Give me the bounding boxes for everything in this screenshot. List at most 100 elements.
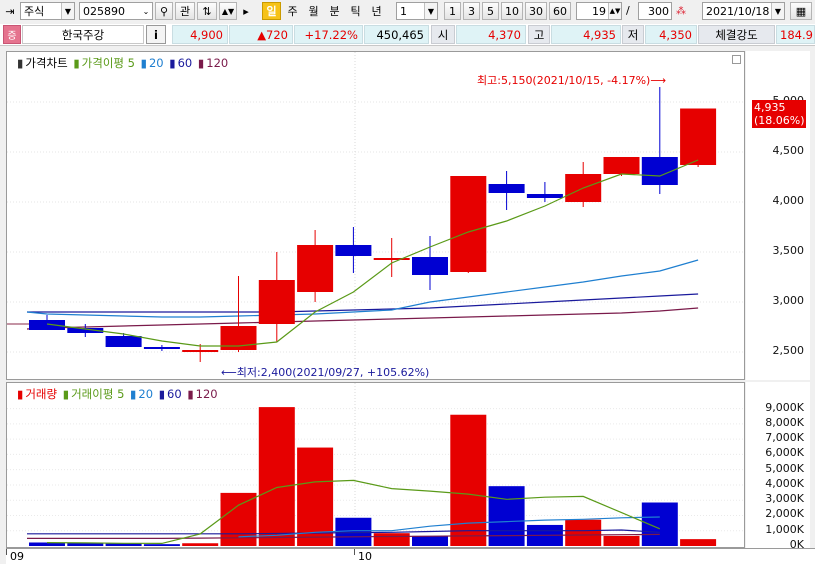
strength-value: 184.9 bbox=[776, 25, 815, 44]
total-count-input[interactable]: 300 bbox=[638, 2, 672, 20]
price-chart-pane[interactable]: ▮ 가격차트 ▮ 가격이평 5 ▮ 20 ▮ 60 ▮ 120 최고:5,150(2021… bbox=[6, 51, 745, 380]
period-week-tab[interactable]: 주 bbox=[283, 2, 302, 20]
legend-marker-icon: ▮ bbox=[17, 387, 24, 401]
price-legend: ▮ 가격차트 ▮ 가격이평 5 ▮ 20 ▮ 60 ▮ 120 bbox=[17, 55, 230, 71]
legend-volume-title: 거래량 bbox=[25, 387, 58, 401]
date-tick bbox=[354, 549, 355, 555]
date-picker[interactable]: 2021/10/18 ▼ bbox=[702, 2, 785, 20]
info-button[interactable]: i bbox=[146, 25, 166, 44]
interval-10-button[interactable]: 10 bbox=[501, 2, 523, 20]
toolbar: ⇥ 주식 ▼ 025890 ⌄ ⚲ 관 ⇅ ▲▼ ▸ 일 주 월 분 틱 년 1 ▼ … bbox=[0, 0, 815, 25]
interest-button[interactable]: 관 bbox=[175, 2, 195, 20]
legend-marker-icon: ▮ bbox=[187, 387, 194, 401]
interval-5-button[interactable]: 5 bbox=[482, 2, 499, 20]
period-day-tab[interactable]: 일 bbox=[262, 2, 281, 20]
candle-body bbox=[450, 176, 487, 272]
open-price-value: 4,370 bbox=[488, 27, 521, 42]
sync-icon: ⇅ bbox=[202, 4, 212, 18]
volume-legend: ▮ 거래량 ▮ 거래이평 5 ▮ 20 ▮ 60 ▮ 120 bbox=[17, 386, 220, 402]
strength-label-text: 체결강도 bbox=[715, 27, 758, 42]
candle-body bbox=[488, 184, 525, 193]
volume-chart-pane[interactable]: ▮ 거래량 ▮ 거래이평 5 ▮ 20 ▮ 60 ▮ 120 bbox=[6, 382, 745, 548]
volume-bar bbox=[143, 544, 180, 546]
price-change-value: ▲720 bbox=[257, 27, 288, 42]
pane-maximize-icon[interactable] bbox=[732, 55, 741, 64]
candle-body bbox=[29, 320, 65, 330]
interval-label: 3 bbox=[468, 4, 475, 18]
legend-marker-icon: ▮ bbox=[73, 56, 80, 70]
total-separator: / bbox=[626, 4, 630, 17]
total-count-value: 300 bbox=[648, 4, 669, 18]
price-chart bbox=[7, 52, 744, 379]
interval-30-button[interactable]: 30 bbox=[525, 2, 547, 20]
legend-ma5: 가격이평 5 bbox=[81, 56, 135, 70]
stock-code-input[interactable]: 025890 ⌄ bbox=[79, 2, 153, 20]
interest-label: 관 bbox=[179, 5, 191, 18]
period-count-select[interactable]: 1 ▼ bbox=[396, 2, 438, 20]
legend-ma20: 20 bbox=[148, 56, 164, 70]
settings-button[interactable]: ⁂ bbox=[674, 2, 688, 20]
legend-marker-icon: ▮ bbox=[140, 56, 147, 70]
period-tick-tab[interactable]: 틱 bbox=[346, 2, 365, 20]
period-year-label: 년 bbox=[371, 5, 382, 18]
interval-label: 30 bbox=[529, 4, 543, 18]
grid-icon: ⁂ bbox=[676, 5, 686, 17]
spin-icon: ▲▼ bbox=[608, 3, 621, 19]
current-price-value: 4,900 bbox=[190, 27, 223, 42]
period-year-tab[interactable]: 년 bbox=[367, 2, 386, 20]
volume-bar bbox=[680, 539, 717, 546]
market-badge: 증 bbox=[3, 25, 21, 44]
current-price-marker-pct: (18.06%) bbox=[754, 114, 805, 127]
high-label: 고 bbox=[528, 25, 550, 44]
expand-button[interactable]: ▸ bbox=[241, 2, 251, 20]
legend-marker-icon: ▮ bbox=[130, 387, 137, 401]
interval-label: 10 bbox=[505, 4, 519, 18]
chevron-down-icon: ⌄ bbox=[140, 3, 152, 19]
period-month-tab[interactable]: 월 bbox=[304, 2, 323, 20]
spin-icon: ▲▼ bbox=[221, 6, 235, 16]
calendar-button[interactable]: ▦ bbox=[790, 2, 812, 20]
date-value: 2021/10/18 bbox=[706, 4, 770, 18]
period-minute-tab[interactable]: 분 bbox=[325, 2, 344, 20]
candle-body bbox=[182, 350, 219, 352]
change-percent: +17.22% bbox=[294, 25, 363, 44]
volume-bar bbox=[258, 407, 295, 546]
strength-value-text: 184.9 bbox=[780, 27, 813, 42]
low-annotation: ⟵최저:2,400(2021/09/27, +105.62%) bbox=[221, 366, 430, 379]
candle-body bbox=[335, 245, 372, 256]
candle-body bbox=[680, 108, 717, 165]
legend-marker-icon: ▮ bbox=[62, 387, 70, 401]
volume-bar bbox=[450, 414, 487, 546]
interval-60-button[interactable]: 60 bbox=[549, 2, 571, 20]
high-price: 4,935 bbox=[551, 25, 621, 44]
high-label-text: 고 bbox=[533, 27, 545, 42]
stock-name-label: 한국주강 bbox=[61, 27, 105, 42]
candle-body bbox=[412, 257, 448, 275]
quote-bar: 증 한국주강 i 4,900 ▲720 +17.22% 450,465 시 4,… bbox=[0, 24, 815, 46]
trade-volume: 450,465 bbox=[364, 25, 429, 44]
legend-price-title: 가격차트 bbox=[25, 56, 68, 70]
interval-3-button[interactable]: 3 bbox=[463, 2, 480, 20]
volume-tick-label: 9,000K bbox=[765, 400, 804, 414]
interval-1-button[interactable]: 1 bbox=[444, 2, 461, 20]
search-button[interactable]: ⚲ bbox=[155, 2, 173, 20]
volume-bar bbox=[488, 486, 525, 546]
interval-label: 1 bbox=[449, 4, 456, 18]
ma20-line bbox=[26, 259, 699, 318]
volume-tick-label: 7,000K bbox=[765, 431, 804, 445]
price-tick-label: 4,000 bbox=[772, 194, 805, 207]
market-select[interactable]: 주식 ▼ bbox=[20, 2, 75, 20]
pin-icon[interactable]: ⇥ bbox=[3, 2, 17, 20]
count-stepper[interactable]: 19 ▲▼ bbox=[576, 2, 622, 20]
stock-code-value: 025890 bbox=[83, 4, 125, 18]
volume-bar bbox=[641, 502, 678, 546]
period-count-value: 1 bbox=[400, 4, 407, 18]
sync-button[interactable]: ⇅ bbox=[197, 2, 217, 20]
ma60-line bbox=[27, 293, 699, 313]
price-change: ▲720 bbox=[229, 25, 293, 44]
up-down-button[interactable]: ▲▼ bbox=[219, 2, 237, 20]
low-price: 4,350 bbox=[645, 25, 697, 44]
current-price-marker: 4,935 (18.06%) bbox=[752, 100, 806, 128]
legend-marker-icon: ▮ bbox=[158, 387, 166, 401]
volume-bar bbox=[565, 519, 602, 546]
